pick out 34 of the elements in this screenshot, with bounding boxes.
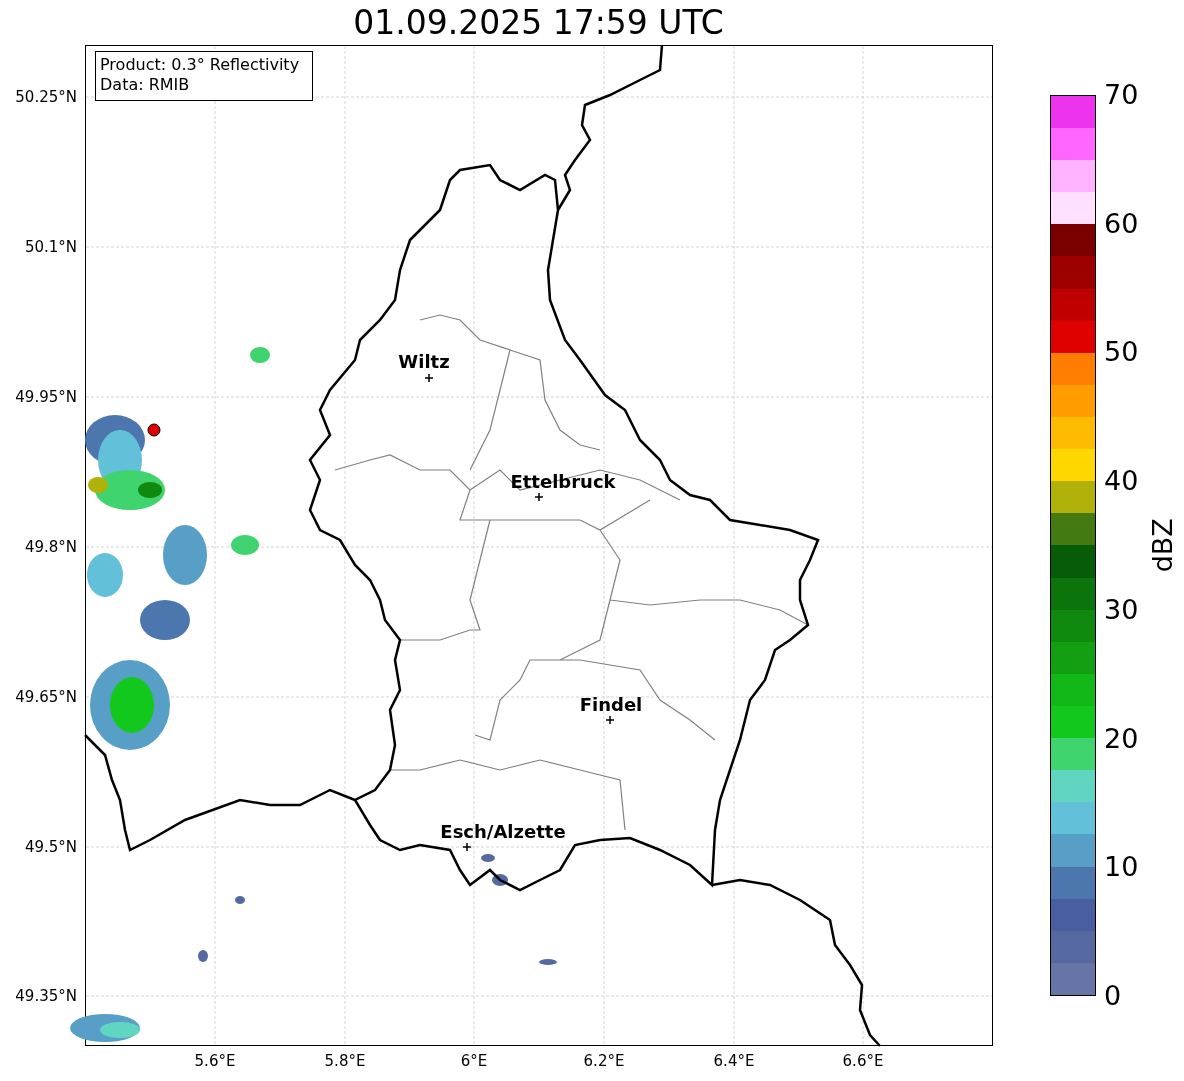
- latitude-label: 49.8°N: [24, 538, 77, 556]
- info-text: Product: 0.3° Reflectivity: [100, 55, 300, 74]
- colorbar-tick-label: 70: [1104, 80, 1139, 110]
- city-label: Wiltz: [398, 351, 450, 372]
- latitude-label: 49.5°N: [24, 838, 77, 856]
- longitude-label: 6°E: [460, 1052, 488, 1070]
- colorbar-tick-label: 20: [1104, 723, 1139, 754]
- colorbar-tick-label: 0: [1104, 981, 1122, 1011]
- colorbar-tick-label: 50: [1104, 337, 1139, 368]
- radar-site-marker: [147, 423, 161, 437]
- longitude-label: 5.8°E: [324, 1052, 366, 1070]
- latitude-label: 50.25°N: [15, 88, 77, 106]
- latitude-label: 49.95°N: [15, 388, 77, 406]
- city-label: Ettelbruck: [510, 471, 616, 492]
- colorbar-tick-label: 30: [1104, 594, 1139, 625]
- city-label: Findel: [579, 694, 643, 715]
- latitude-label: 49.65°N: [15, 688, 77, 706]
- latitude-label: 49.35°N: [15, 987, 77, 1005]
- info-text: Data: RMIB: [100, 75, 190, 94]
- city-marker-icon: [534, 492, 544, 502]
- city-marker-icon: [424, 373, 434, 383]
- longitude-label: 5.6°E: [194, 1052, 236, 1070]
- colorbar-tick-label: 10: [1104, 852, 1139, 883]
- longitude-label: 6.2°E: [583, 1052, 625, 1070]
- chart-title: 01.09.2025 17:59 UTC: [353, 2, 724, 44]
- city-marker-icon: [605, 715, 615, 725]
- longitude-label: 6.4°E: [713, 1052, 755, 1070]
- colorbar-tick-label: 40: [1104, 466, 1139, 497]
- colorbar-tick-label: 60: [1104, 208, 1139, 239]
- city-marker-icon: [462, 842, 472, 852]
- longitude-label: 6.6°E: [842, 1052, 884, 1070]
- colorbar-label: dBZ: [1145, 518, 1179, 573]
- latitude-label: 50.1°N: [24, 238, 77, 256]
- city-label: Esch/Alzette: [440, 821, 566, 842]
